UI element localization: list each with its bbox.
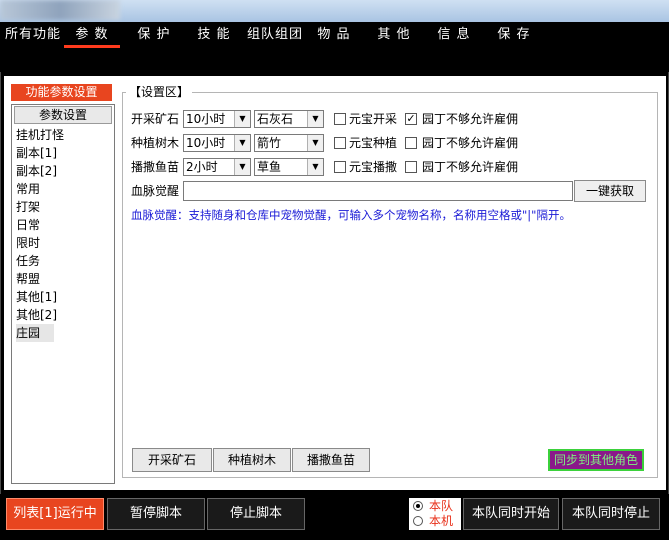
- chevron-down-icon: ▼: [234, 159, 250, 175]
- mining-gardener-label: 园丁不够允许雇佣: [422, 112, 519, 126]
- tab-skills[interactable]: 技 能: [186, 22, 242, 48]
- chevron-down-icon: ▼: [234, 111, 250, 127]
- sidebar-item-hang-fight[interactable]: 挂机打怪: [16, 126, 64, 144]
- planting-item-select[interactable]: 箭竹 ▼: [254, 134, 324, 152]
- tab-params[interactable]: 参 数: [64, 22, 120, 48]
- param-settings-button[interactable]: 参数设置: [14, 106, 112, 124]
- tab-items[interactable]: 物 品: [306, 22, 362, 48]
- planting-time-select[interactable]: 10小时 ▼: [183, 134, 251, 152]
- planting-label: 种植树木: [131, 136, 180, 150]
- sidebar-header: 功能参数设置: [11, 84, 112, 101]
- planting-gardener-checkbox[interactable]: [405, 137, 417, 149]
- tab-team[interactable]: 组队组团: [244, 22, 306, 48]
- planting-time-value: 10小时: [186, 136, 226, 150]
- mining-yuanbao-label: 元宝开采: [349, 112, 398, 126]
- mining-time-select[interactable]: 10小时 ▼: [183, 110, 251, 128]
- tab-info[interactable]: 信 息: [426, 22, 482, 48]
- mining-gardener-checkbox[interactable]: ✓: [405, 113, 417, 125]
- tab-save[interactable]: 保 存: [486, 22, 542, 48]
- mining-label: 开采矿石: [131, 112, 180, 126]
- sidebar-item-guild[interactable]: 帮盟: [16, 270, 40, 288]
- mining-yuanbao-checkbox[interactable]: [334, 113, 346, 125]
- planting-yuanbao-checkbox[interactable]: [334, 137, 346, 149]
- fish-time-select[interactable]: 2小时 ▼: [183, 158, 251, 176]
- tab-protection[interactable]: 保 护: [126, 22, 182, 48]
- sidebar-item-manor[interactable]: 庄园: [16, 324, 55, 342]
- sync-to-others-button[interactable]: 同步到其他角色: [548, 449, 644, 471]
- planting-yuanbao-label: 元宝种植: [349, 136, 398, 150]
- planting-gardener-label: 园丁不够允许雇佣: [422, 136, 519, 150]
- sidebar-item-other-1[interactable]: 其他[1]: [16, 288, 57, 306]
- fish-yuanbao-label: 元宝播撒: [349, 160, 398, 174]
- tab-other[interactable]: 其 他: [366, 22, 422, 48]
- mining-item-select[interactable]: 石灰石 ▼: [254, 110, 324, 128]
- fish-gardener-checkbox[interactable]: [405, 161, 417, 173]
- fish-label: 播撒鱼苗: [131, 160, 180, 174]
- scope-radio-group: 本队 本机: [409, 498, 461, 530]
- sidebar-item-dungeon-2[interactable]: 副本[2]: [16, 162, 57, 180]
- sidebar-item-quest[interactable]: 任务: [16, 252, 40, 270]
- tab-all-functions[interactable]: 所有功能: [4, 22, 62, 48]
- fish-time-value: 2小时: [186, 160, 218, 174]
- fish-item-value: 草鱼: [257, 160, 282, 174]
- settings-title: 【设置区】: [126, 84, 193, 100]
- list-running-button[interactable]: 列表[1]运行中: [6, 498, 104, 530]
- sidebar-item-dungeon-1[interactable]: 副本[1]: [16, 144, 57, 162]
- blood-awakening-note: 血脉觉醒：支持随身和仓库中宠物觉醒，可输入多个宠物名称，名称用空格或"|"隔开。: [131, 208, 571, 222]
- blood-awakening-input[interactable]: [183, 181, 573, 201]
- chevron-down-icon: ▼: [307, 159, 323, 175]
- mining-item-value: 石灰石: [257, 112, 294, 126]
- sidebar-item-fight[interactable]: 打架: [16, 198, 40, 216]
- sidebar-item-timed[interactable]: 限时: [16, 234, 40, 252]
- title-bar: [0, 0, 669, 22]
- radio-machine[interactable]: [413, 516, 423, 526]
- one-click-get-button[interactable]: 一键获取: [574, 180, 646, 202]
- mining-button[interactable]: 开采矿石: [132, 448, 212, 472]
- fish-yuanbao-checkbox[interactable]: [334, 161, 346, 173]
- mining-time-value: 10小时: [186, 112, 226, 126]
- title-blurred-area: [0, 0, 120, 20]
- team-stop-all-button[interactable]: 本队同时停止: [562, 498, 660, 530]
- chevron-down-icon: ▼: [234, 135, 250, 151]
- radio-machine-label: 本机: [429, 514, 454, 528]
- planting-item-value: 箭竹: [257, 136, 282, 150]
- radio-team-label: 本队: [429, 499, 454, 513]
- sidebar-item-other-2[interactable]: 其他[2]: [16, 306, 57, 324]
- planting-button[interactable]: 种植树木: [213, 448, 291, 472]
- fish-item-select[interactable]: 草鱼 ▼: [254, 158, 324, 176]
- pause-script-button[interactable]: 暂停脚本: [107, 498, 205, 530]
- sidebar-item-common[interactable]: 常用: [16, 180, 40, 198]
- fish-button[interactable]: 播撒鱼苗: [292, 448, 370, 472]
- fish-gardener-label: 园丁不够允许雇佣: [422, 160, 519, 174]
- team-start-all-button[interactable]: 本队同时开始: [463, 498, 559, 530]
- chevron-down-icon: ▼: [307, 111, 323, 127]
- stop-script-button[interactable]: 停止脚本: [207, 498, 305, 530]
- blood-awakening-label: 血脉觉醒: [131, 184, 180, 198]
- chevron-down-icon: ▼: [307, 135, 323, 151]
- sidebar-item-daily[interactable]: 日常: [16, 216, 40, 234]
- radio-team[interactable]: [413, 501, 423, 511]
